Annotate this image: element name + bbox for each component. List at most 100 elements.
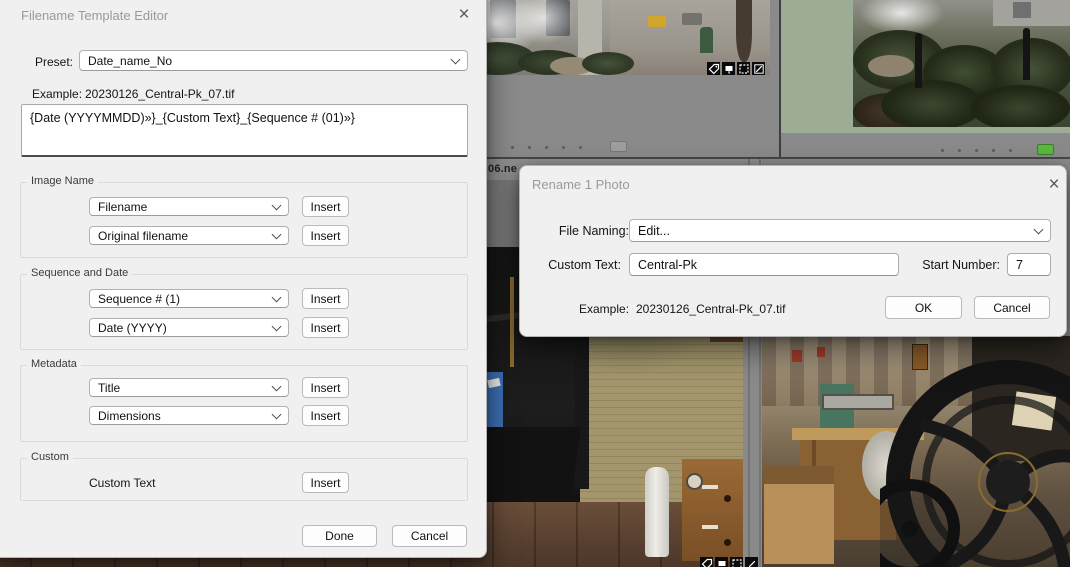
- tree-trunk: [736, 0, 752, 62]
- insert-button[interactable]: Insert: [302, 472, 349, 493]
- gray-car: [682, 13, 702, 25]
- cancel-button[interactable]: Cancel: [974, 296, 1050, 319]
- drawer-knob: [724, 495, 731, 502]
- thumbnail-badges[interactable]: [700, 557, 758, 567]
- select-value: Dimensions: [98, 408, 161, 423]
- example-label: Example:: [32, 87, 83, 101]
- crop-badge-icon[interactable]: [737, 62, 750, 75]
- drawer-label: [702, 525, 718, 529]
- steam-cloud: [512, 0, 574, 44]
- keyword-badge-icon[interactable]: [707, 62, 720, 75]
- example-label: Example:: [579, 302, 630, 316]
- ok-button[interactable]: OK: [885, 296, 962, 319]
- gold-accent: [510, 277, 514, 367]
- bush: [881, 80, 983, 127]
- chevron-down-icon: [1033, 224, 1044, 234]
- filename-template-editor-dialog: Filename Template Editor × Preset: Date_…: [0, 0, 487, 558]
- color-label-green[interactable]: [1037, 144, 1054, 155]
- select-value: Date (YYYY): [98, 320, 167, 335]
- thumbnail-badges[interactable]: [707, 62, 765, 75]
- metadata-select-2[interactable]: Dimensions: [89, 406, 289, 425]
- yellow-taxi: [648, 16, 666, 27]
- metadata-select-1[interactable]: Title: [89, 378, 289, 397]
- select-value: Original filename: [98, 228, 189, 243]
- insert-button[interactable]: Insert: [302, 225, 349, 246]
- insert-button[interactable]: Insert: [302, 377, 349, 398]
- insert-button[interactable]: Insert: [302, 317, 349, 338]
- photo-thumbnail-flywheel-machine[interactable]: [762, 336, 1070, 567]
- insert-button[interactable]: Insert: [302, 405, 349, 426]
- drawer-knob: [724, 539, 731, 546]
- select-value: Sequence # (1): [98, 291, 181, 306]
- rating-dots[interactable]: [511, 146, 582, 149]
- dialog-title: Filename Template Editor: [21, 8, 169, 23]
- develop-adjustments-badge-icon[interactable]: [752, 62, 765, 75]
- example-value: 20230126_Central-Pk_07.tif: [636, 302, 786, 316]
- insert-button[interactable]: Insert: [302, 196, 349, 217]
- grid-cell-border: [779, 0, 781, 157]
- rename-photo-dialog: Rename 1 Photo × File Naming: Edit... Cu…: [519, 165, 1067, 337]
- file-naming-select[interactable]: Edit...: [629, 219, 1051, 242]
- done-button[interactable]: Done: [302, 525, 377, 547]
- date-select[interactable]: Date (YYYY): [89, 318, 289, 337]
- chevron-down-icon: [450, 54, 461, 64]
- start-number-input[interactable]: [1007, 253, 1051, 276]
- bush: [971, 85, 1070, 127]
- group-custom: [20, 458, 468, 501]
- chevron-down-icon: [271, 292, 282, 302]
- collection-badge-icon[interactable]: [715, 557, 728, 567]
- red-object: [817, 347, 825, 357]
- bollard: [915, 33, 922, 88]
- thumbnail-filename-caption: 06.ne: [488, 163, 518, 175]
- keyword-badge-icon[interactable]: [700, 557, 713, 567]
- close-icon[interactable]: ×: [1043, 173, 1065, 195]
- building-window: [1013, 2, 1031, 18]
- image-name-select-1[interactable]: Filename: [89, 197, 289, 216]
- select-value: Title: [98, 380, 121, 395]
- dialog-title: Rename 1 Photo: [532, 177, 630, 192]
- start-number-label: Start Number:: [922, 258, 1000, 272]
- file-naming-value: Edit...: [638, 223, 670, 238]
- insert-button[interactable]: Insert: [302, 288, 349, 309]
- develop-adjustments-badge-icon[interactable]: [745, 557, 758, 567]
- preset-value: Date_name_No: [88, 53, 173, 68]
- example-value: 20230126_Central-Pk_07.tif: [85, 87, 235, 101]
- image-name-select-2[interactable]: Original filename: [89, 226, 289, 245]
- group-sequence-date: [20, 274, 468, 350]
- steam-cloud: [859, 0, 944, 34]
- group-image-name-label: Image Name: [27, 175, 98, 187]
- chevron-down-icon: [271, 200, 282, 210]
- close-icon[interactable]: ×: [453, 3, 475, 25]
- rock: [868, 55, 914, 77]
- template-tokens-editor[interactable]: {Date (YYYYMMDD)»}_{Custom Text}_{Sequen…: [21, 104, 468, 157]
- bollard: [1023, 28, 1030, 80]
- chevron-down-icon: [271, 409, 282, 419]
- green-trash-can: [700, 27, 713, 53]
- chevron-down-icon: [271, 321, 282, 331]
- group-metadata-label: Metadata: [27, 358, 81, 370]
- rating-dots[interactable]: [941, 149, 1012, 152]
- chevron-down-icon: [271, 229, 282, 239]
- group-custom-label: Custom: [27, 451, 73, 463]
- crop-badge-icon[interactable]: [730, 557, 743, 567]
- custom-text-label: Custom Text:: [548, 258, 621, 272]
- preset-select[interactable]: Date_name_No: [79, 50, 468, 71]
- cancel-button[interactable]: Cancel: [392, 525, 467, 547]
- photo-thumbnail-garden[interactable]: [853, 0, 1070, 127]
- group-sequence-date-label: Sequence and Date: [27, 267, 133, 279]
- bush: [582, 52, 634, 75]
- group-metadata: [20, 365, 468, 442]
- file-naming-label: File Naming:: [558, 224, 629, 238]
- cardboard-box-opening: [764, 466, 834, 484]
- paper-roll: [645, 467, 669, 557]
- chevron-down-icon: [271, 381, 282, 391]
- color-label-gray[interactable]: [610, 141, 627, 152]
- collection-badge-icon[interactable]: [722, 62, 735, 75]
- flywheel-art: [880, 360, 1070, 567]
- lightroom-library-grid: 06.ne Filename Template Editor × Preset:…: [0, 0, 1070, 567]
- drawer-label: [702, 485, 718, 489]
- preset-label: Preset:: [34, 55, 73, 69]
- sequence-select[interactable]: Sequence # (1): [89, 289, 289, 308]
- group-image-name: [20, 182, 468, 258]
- custom-text-input[interactable]: [629, 253, 899, 276]
